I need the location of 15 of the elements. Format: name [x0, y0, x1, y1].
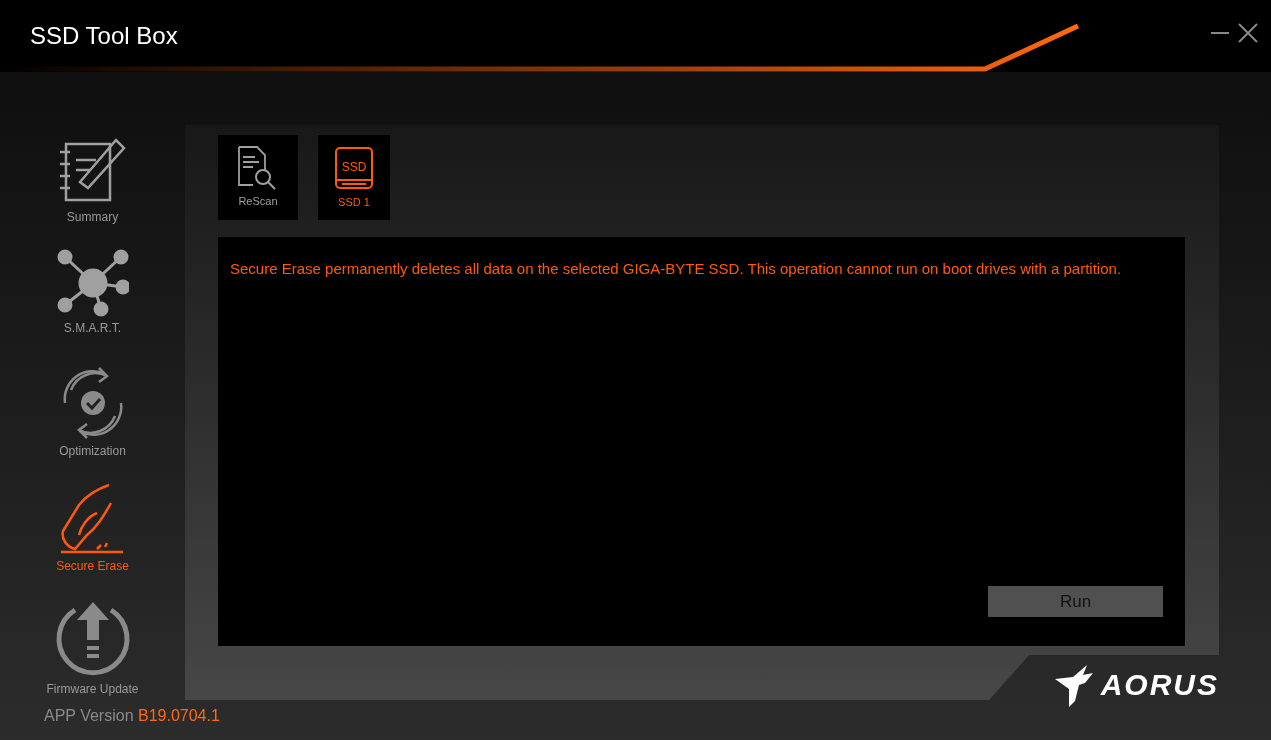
version-number: B19.0704.1 [138, 707, 220, 724]
sidebar-item[interactable]: Summary [66, 208, 119, 226]
network-icon [56, 249, 129, 317]
warning-message: Secure Erase permanently deletes all data on the selected GIGA-BYTE SSD. This operation cannot run on boot drives with a partition. [230, 259, 1123, 279]
ssd-label: SSD [341, 160, 367, 175]
brand-logo: AORUS [1100, 667, 1219, 703]
close-icon[interactable] [1237, 22, 1259, 44]
window-title: SSD Tool Box [30, 21, 178, 51]
sidebar-item[interactable]: Optimization [59, 442, 126, 460]
sidebar-item[interactable]: S.M.A.R.T. [63, 319, 122, 337]
sidebar-item[interactable]: Secure Erase [56, 557, 129, 575]
version-label: APP Version [44, 707, 134, 724]
sidebar-item[interactable]: Firmware Update [46, 680, 139, 698]
toolbar-button[interactable]: SSD SSD 1 [318, 135, 390, 220]
toolbar-button[interactable]: ReScan [218, 135, 298, 220]
